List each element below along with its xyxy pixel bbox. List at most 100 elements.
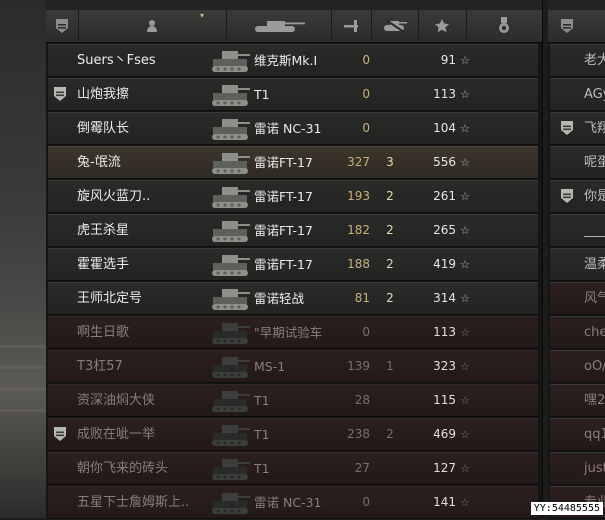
xp-value: 314 [433,291,456,305]
player-name: 朝你飞来的砖头 [77,461,169,476]
enemy-player-row[interactable]: 老大 [550,44,605,77]
damage-value: 327 [347,155,370,169]
xp-value: 265 [433,223,456,237]
kills-value: 3 [386,155,394,169]
star-icon: ☆ [460,156,470,169]
tank-name: T1 [254,87,270,102]
xp-value: 115 [433,393,456,407]
player-row[interactable]: 霍霍选手 雷诺FT-17 188 2 419 ☆ [48,248,538,281]
enemy-platoon-icon [561,19,573,33]
enemy-player-name: cher [584,325,605,340]
enemy-player-name: 嘿2 [584,393,605,408]
damage-value: 81 [354,291,370,305]
enemy-player-row[interactable]: 风气 [550,282,605,315]
player-name: 虎王杀星 [77,223,130,238]
xp-value: 261 [433,189,456,203]
kills-value [380,45,400,76]
player-row[interactable]: 虎王杀星 雷诺FT-17 182 2 265 ☆ [48,214,538,247]
platoon-badge-icon [560,188,574,204]
player-row[interactable]: 旋风火蓝刀.. 雷诺FT-17 193 2 261 ☆ [48,180,538,213]
enemy-player-name: qq1 [584,427,605,442]
damage-column-header[interactable] [331,10,372,42]
xp-column-header[interactable] [418,10,467,42]
tank-thumbnail-icon [210,489,252,516]
tank-thumbnail-icon [210,47,252,74]
enemy-player-row[interactable]: oO/ [550,350,605,383]
player-row[interactable]: 五星下士詹姆斯上.. 雷诺 NC-31 0 141 ☆ [48,486,538,519]
tank-name: 维克斯Mk.I [254,53,318,68]
damage-value: 0 [362,325,370,339]
kills-value: 2 [386,189,394,203]
player-name: T3杠57 [77,359,123,374]
star-icon: ☆ [460,190,470,203]
player-row[interactable]: 倒霉队长 雷诺 NC-31 0 104 ☆ [48,112,538,145]
enemy-team-panel: 老大AGy飞翔呢蛋你是____温柔风气cheroO/嘿2qq1justu专业 [548,0,605,519]
tank-name: T1 [254,427,270,442]
tank-thumbnail-icon [210,251,252,278]
tank-thumbnail-icon [210,353,252,380]
medal-icon [499,17,509,33]
enemy-player-row[interactable]: 飞翔 [550,112,605,145]
player-icon [147,20,157,32]
player-name: Suers丶Fses [77,53,156,68]
enemy-title-strip [548,0,605,10]
player-row[interactable]: 王师北定号 雷诺轻战 81 2 314 ☆ [48,282,538,315]
platoon-icon [56,19,68,33]
watermark: YY:54485555 [530,502,603,515]
star-icon: ☆ [460,496,470,509]
player-row[interactable]: T3杠57 MS-1 139 1 323 ☆ [48,350,538,383]
kills-value [380,317,400,348]
enemy-player-row[interactable]: 呢蛋 [550,146,605,179]
tank-name: 雷诺轻战 [254,291,305,306]
star-icon: ☆ [460,360,470,373]
kills-value [380,385,400,416]
enemy-player-name: 风气 [584,291,605,306]
enemy-player-row[interactable]: AGy [550,78,605,111]
player-row[interactable]: Suers丶Fses 维克斯Mk.I 0 91 ☆ [48,44,538,77]
enemy-player-row[interactable]: cher [550,316,605,349]
kills-icon [383,19,407,33]
sort-indicator-icon: ▾ [200,11,205,20]
player-name: 王师北定号 [77,291,143,306]
kills-value [380,453,400,484]
enemy-player-row[interactable]: qq1 [550,418,605,451]
player-row[interactable]: 资深油焖大侠 T1 28 115 ☆ [48,384,538,417]
xp-star-icon [435,19,449,33]
star-icon: ☆ [460,54,470,67]
enemy-player-row[interactable]: justu [550,452,605,485]
player-row[interactable]: 成败在呲一举 T1 238 2 469 ☆ [48,418,538,451]
damage-value: 0 [362,87,370,101]
enemy-player-row[interactable]: 嘿2 [550,384,605,417]
player-row[interactable]: 山炮我擦 T1 0 113 ☆ [48,78,538,111]
tank-column-header[interactable] [226,10,332,42]
enemy-player-name: ____ [584,223,605,238]
tank-name: 雷诺 NC-31 [254,495,322,510]
player-name: 五星下士詹姆斯上.. [77,495,190,510]
kills-column-header[interactable] [371,10,419,42]
star-icon: ☆ [460,292,470,305]
player-row[interactable]: 朝你飞来的砖头 T1 27 127 ☆ [48,452,538,485]
tank-name: T1 [254,461,270,476]
enemy-player-row[interactable]: 你是 [550,180,605,213]
star-icon: ☆ [460,258,470,271]
tank-thumbnail-icon [210,421,252,448]
player-name: 霍霍选手 [77,257,130,272]
xp-value: 91 [440,53,456,67]
medal-column-header[interactable] [466,10,542,42]
platoon-badge-icon [53,426,67,442]
star-icon: ☆ [460,122,470,135]
enemy-player-row[interactable]: 温柔 [550,248,605,281]
team-stats-panel: ▾ Suers丶Fses 维克斯Mk.I 0 91 ☆ 山炮我擦 T1 0 113 ☆ 倒霉队长 雷诺… [46,0,543,519]
tank-name: 雷诺FT-17 [254,223,313,238]
damage-value: 238 [347,427,370,441]
player-column-header[interactable] [78,10,227,42]
player-name: 兔-氓流 [77,155,121,170]
tank-thumbnail-icon [210,81,252,108]
player-row[interactable]: 兔-氓流 雷诺FT-17 327 3 556 ☆ [48,146,538,179]
enemy-player-row[interactable]: ____ [550,214,605,247]
enemy-player-name: 你是 [584,189,605,204]
platoon-column-header[interactable] [46,10,79,42]
player-row[interactable]: 啊生日歌 "早期试验车 0 113 ☆ [48,316,538,349]
enemy-player-name: 飞翔 [584,121,605,136]
player-name: 资深油焖大侠 [77,393,156,408]
